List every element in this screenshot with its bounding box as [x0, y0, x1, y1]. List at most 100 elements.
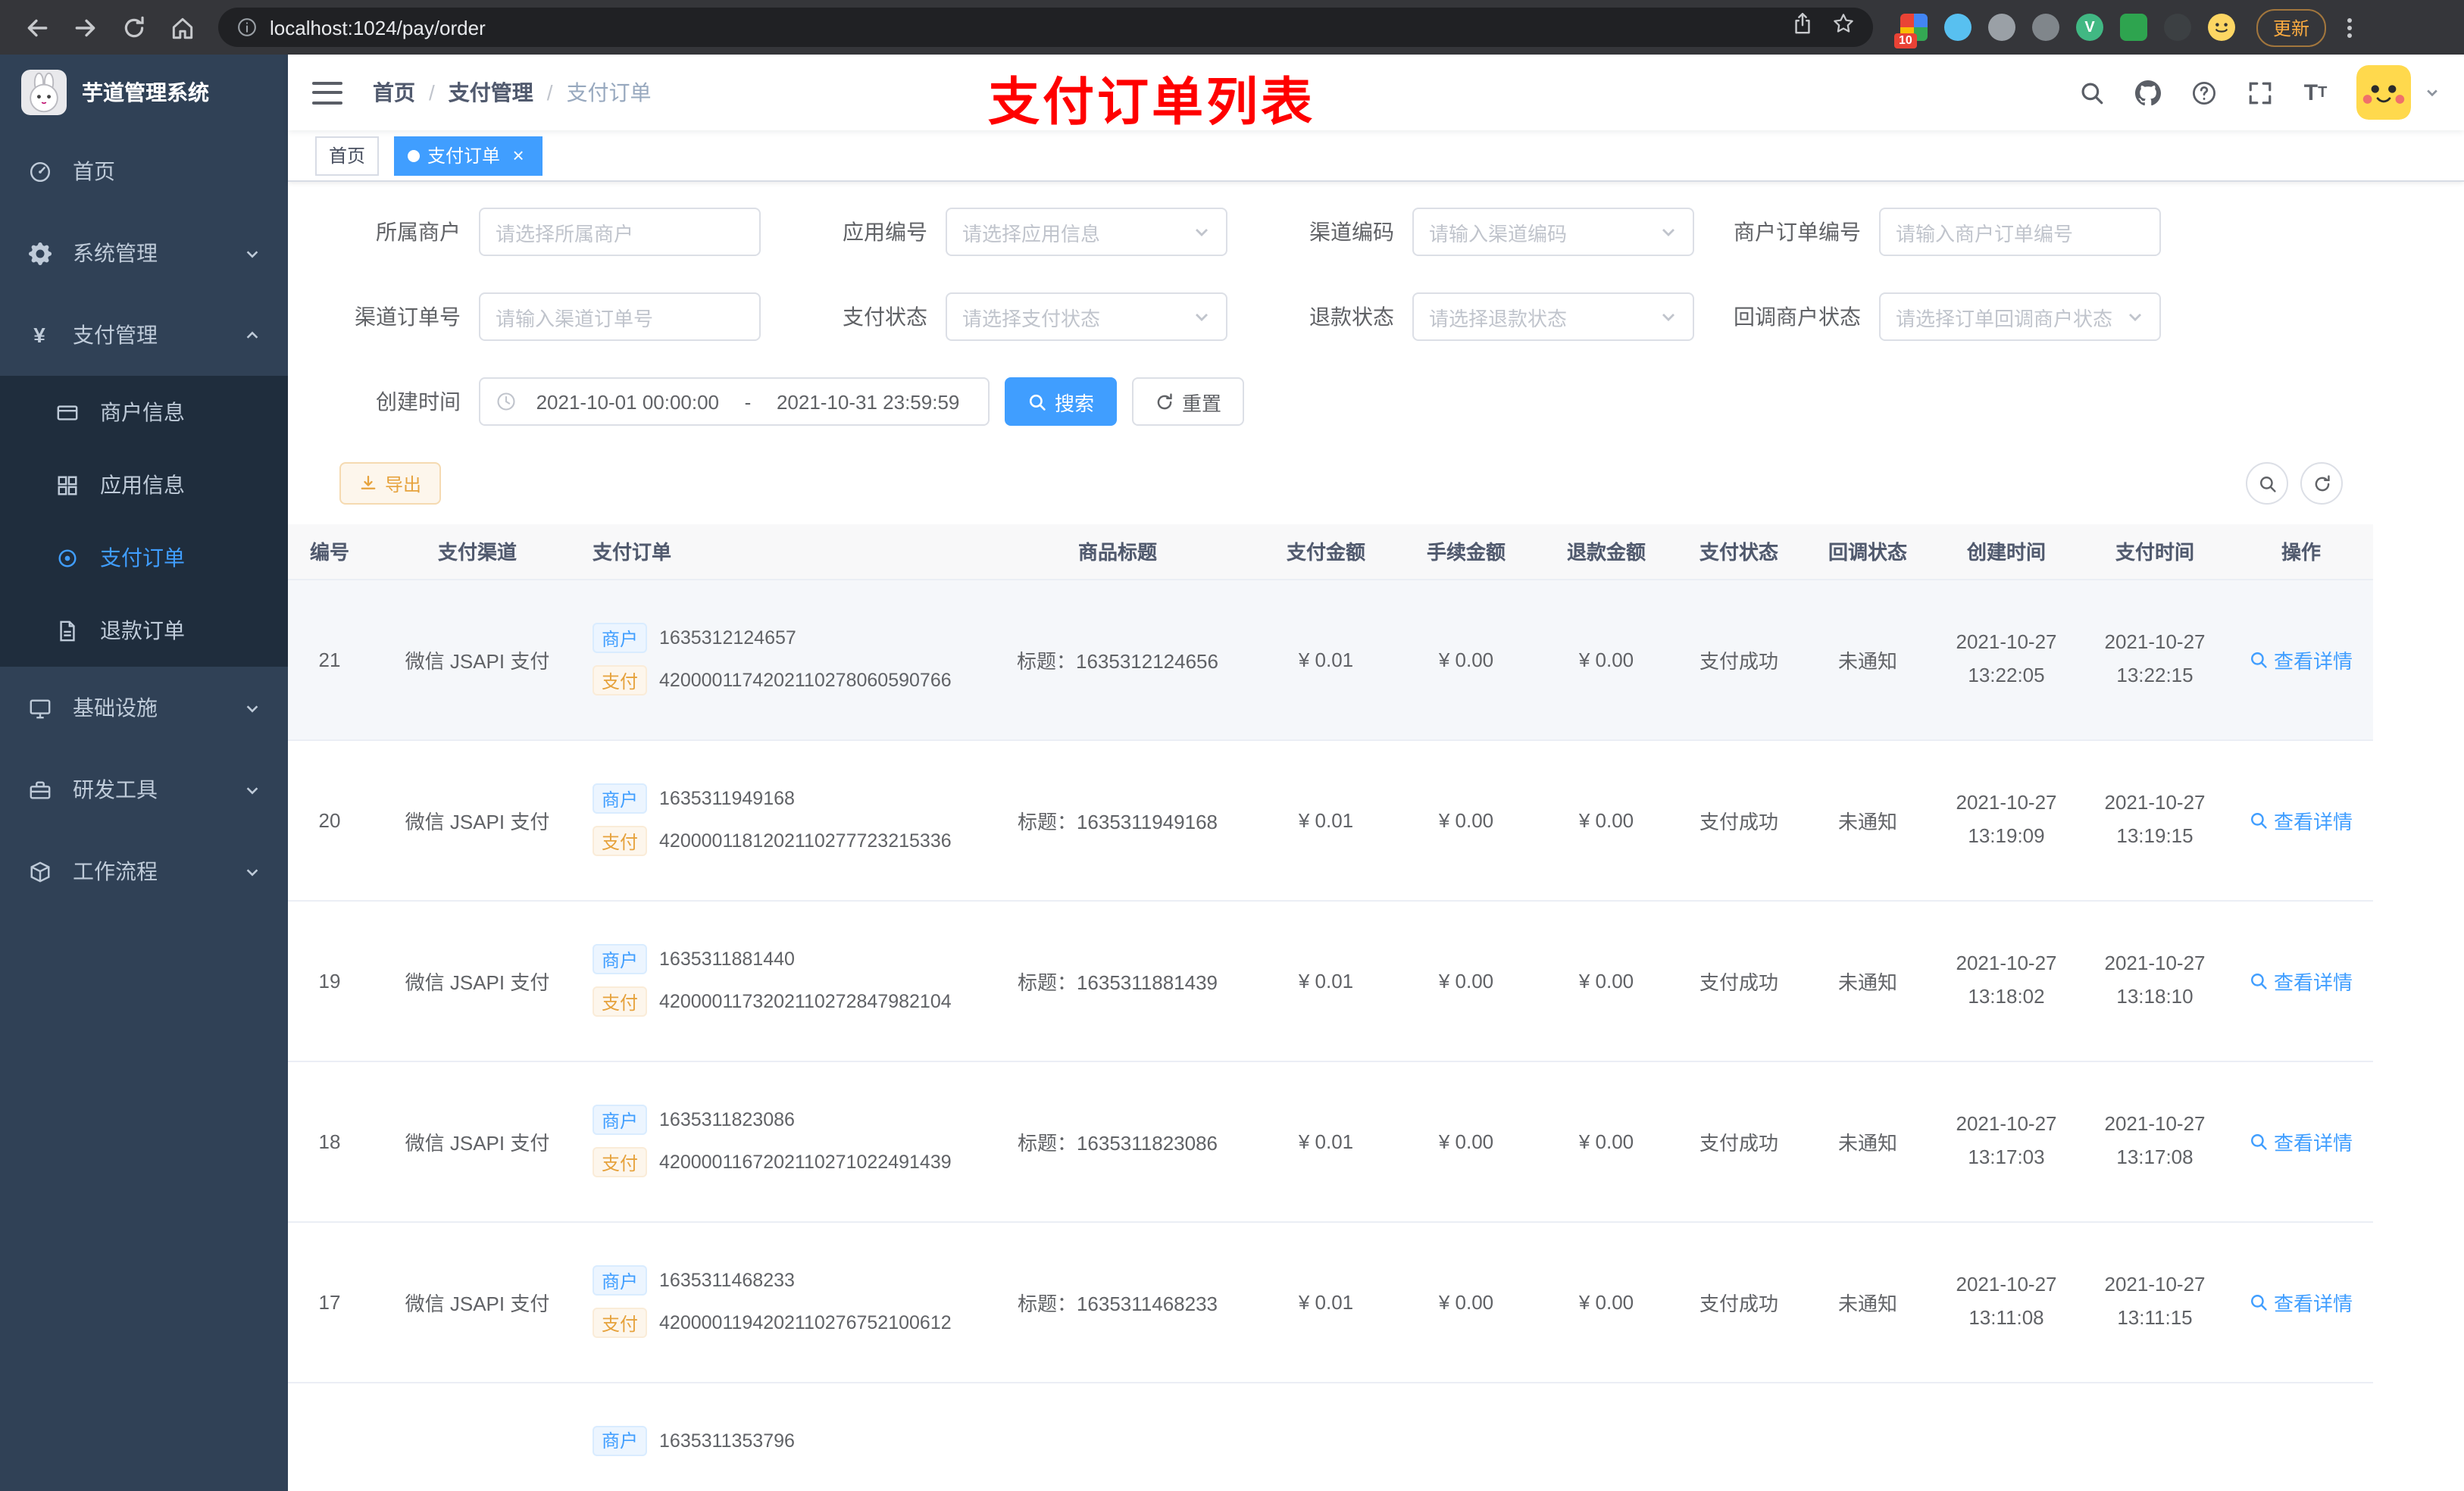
cell-notify: 未通知 [1803, 739, 1932, 901]
toolbox-icon [27, 777, 52, 802]
filter-select[interactable]: 请选择支付状态 [946, 292, 1227, 341]
refresh-button[interactable] [2300, 462, 2343, 505]
extension-green-icon[interactable] [2120, 14, 2147, 41]
date-start-value[interactable]: 2021-10-01 00:00:00 [523, 390, 733, 413]
view-detail-link[interactable]: 查看详情 [2250, 966, 2353, 995]
chevron-down-icon [244, 781, 261, 798]
view-detail-link[interactable]: 查看详情 [2250, 805, 2353, 834]
help-icon[interactable] [2188, 77, 2219, 108]
reload-icon[interactable] [112, 6, 155, 48]
fullscreen-icon[interactable] [2244, 77, 2275, 108]
breadcrumb-home[interactable]: 首页 [373, 77, 415, 108]
view-detail-link[interactable]: 查看详情 [2250, 1287, 2353, 1316]
filter-select[interactable]: 请选择订单回调商户状态 [1879, 292, 2161, 341]
extension-gray2-icon[interactable] [2032, 14, 2059, 41]
merchant-tag: 商户 [593, 944, 648, 974]
sidebar-item-system[interactable]: 系统管理 [0, 212, 288, 294]
cell-id: 19 [288, 900, 371, 1061]
table-row: 20 微信 JSAPI 支付 商户 1635311949168 支付 42000… [288, 739, 2373, 901]
extension-gray-icon[interactable] [1988, 14, 2015, 41]
sidebar-item-payment[interactable]: ¥ 支付管理 [0, 294, 288, 376]
chevron-down-icon[interactable] [2425, 85, 2440, 100]
tab-home[interactable]: 首页 [315, 136, 380, 175]
sidebar-item-workflow[interactable]: 工作流程 [0, 830, 288, 912]
filter-select[interactable]: 请输入渠道编码 [1412, 208, 1694, 256]
table-row: 18 微信 JSAPI 支付 商户 1635311823086 支付 42000… [288, 1061, 2373, 1222]
view-detail-link[interactable]: 查看详情 [2250, 645, 2353, 674]
filter-input[interactable]: 请输入渠道订单号 [479, 292, 761, 341]
extension-vue-icon[interactable]: V [2076, 14, 2103, 41]
cell-title: 标题：1635311468233 [977, 1221, 1258, 1383]
filter-label: 所属商户 [376, 220, 461, 244]
filter-select[interactable]: 请选择应用信息 [946, 208, 1227, 256]
filter-field: 应用编号 请选择应用信息 [779, 208, 1227, 256]
close-icon[interactable]: × [508, 145, 529, 165]
address-bar[interactable]: localhost:1024/pay/order [218, 8, 1873, 47]
extension-dark-icon[interactable] [2164, 14, 2191, 41]
filter-input[interactable]: 请输入商户订单编号 [1879, 208, 2161, 256]
filter-input[interactable]: 请选择所属商户 [479, 208, 761, 256]
cell-actions: 查看详情 [2229, 739, 2373, 901]
table-header-row: 编号 支付渠道 支付订单 商品标题 支付金额 手续金额 退款金额 支付状态 回调… [288, 524, 2373, 580]
orders-tbody-partial: 商户 1635311353796 [288, 1382, 2373, 1491]
extension-colorful-icon[interactable]: 10 [1894, 14, 1928, 48]
sidebar-label: 系统管理 [73, 241, 158, 265]
back-icon[interactable] [15, 6, 58, 48]
forward-icon[interactable] [64, 6, 106, 48]
pay-transaction-no: 4200001194202110276752100612 [659, 1312, 952, 1333]
tab-pay-order[interactable]: 支付订单 × [394, 136, 543, 175]
filter-field: 所属商户 请选择所属商户 [312, 208, 761, 256]
url-text[interactable]: localhost:1024/pay/order [270, 16, 1779, 39]
sidebar-item-app-info[interactable]: 应用信息 [0, 449, 288, 521]
export-button[interactable]: 导出 [339, 462, 442, 505]
search-button[interactable]: 搜索 [1005, 377, 1118, 426]
gear-icon [27, 241, 52, 265]
bookmark-star-icon[interactable] [1832, 12, 1855, 42]
orders-table: 编号 支付渠道 支付订单 商品标题 支付金额 手续金额 退款金额 支付状态 回调… [288, 524, 2373, 1491]
hamburger-icon[interactable] [312, 81, 342, 104]
filter-select[interactable]: 请选择退款状态 [1412, 292, 1694, 341]
sidebar-label: 支付订单 [100, 545, 185, 570]
filter-label: 应用编号 [843, 220, 927, 244]
sidebar-item-devtools[interactable]: 研发工具 [0, 749, 288, 830]
cell-refund: ¥ 0.00 [1538, 1221, 1674, 1383]
profile-avatar-icon[interactable] [2208, 14, 2235, 41]
col-pay-order: 支付订单 [583, 524, 977, 580]
toggle-search-button[interactable] [2246, 462, 2288, 505]
extension-blue-icon[interactable] [1944, 14, 1972, 41]
font-size-icon[interactable]: TT [2300, 77, 2331, 108]
reset-button[interactable]: 重置 [1132, 377, 1245, 426]
sidebar-item-pay-order[interactable]: 支付订单 [0, 521, 288, 594]
browser-update-button[interactable]: 更新 [2256, 8, 2327, 46]
header-search-icon[interactable] [2076, 77, 2106, 108]
tab-label: 首页 [329, 145, 366, 167]
sidebar-item-home[interactable]: 首页 [0, 130, 288, 212]
sidebar-item-refund-order[interactable]: 退款订单 [0, 594, 288, 667]
cell-create-time: 2021-10-27 13:17:03 [1932, 1061, 2081, 1222]
active-dot-icon [408, 149, 421, 161]
table-row-partial: 商户 1635311353796 [288, 1382, 2373, 1491]
sidebar: 芋道管理系统 首页 系统管理 ¥ 支付管理 商户信息 应用信息 支付订单 退款订… [0, 55, 288, 1491]
user-avatar[interactable] [2356, 65, 2411, 120]
share-icon[interactable] [1791, 12, 1814, 42]
breadcrumb-payment[interactable]: 支付管理 [449, 77, 533, 108]
github-icon[interactable] [2132, 77, 2162, 108]
cell-notify: 未通知 [1803, 1061, 1932, 1222]
filter-field: 渠道订单号 请输入渠道订单号 [312, 292, 761, 341]
col-pay-time: 支付时间 [2081, 524, 2229, 580]
site-info-icon[interactable] [236, 17, 258, 38]
cell-notify: 未通知 [1803, 1221, 1932, 1383]
browser-menu-icon[interactable] [2347, 17, 2353, 37]
pay-tag: 支付 [593, 1308, 648, 1338]
screen: localhost:1024/pay/order 10 V 更新 芋道管理系统 … [0, 0, 2464, 1491]
chevron-down-icon [244, 863, 261, 880]
sidebar-item-infra[interactable]: 基础设施 [0, 667, 288, 749]
view-detail-link[interactable]: 查看详情 [2250, 1127, 2353, 1155]
sidebar-item-merchant-info[interactable]: 商户信息 [0, 376, 288, 449]
home-icon[interactable] [161, 6, 203, 48]
create-time-range-input[interactable]: 2021-10-01 00:00:00 - 2021-10-31 23:59:5… [479, 377, 990, 426]
date-end-value[interactable]: 2021-10-31 23:59:59 [763, 390, 973, 413]
table-row: 21 微信 JSAPI 支付 商户 1635312124657 支付 42000… [288, 579, 2373, 740]
app-logo[interactable]: 芋道管理系统 [0, 55, 288, 130]
cell-actions: 查看详情 [2229, 900, 2373, 1061]
